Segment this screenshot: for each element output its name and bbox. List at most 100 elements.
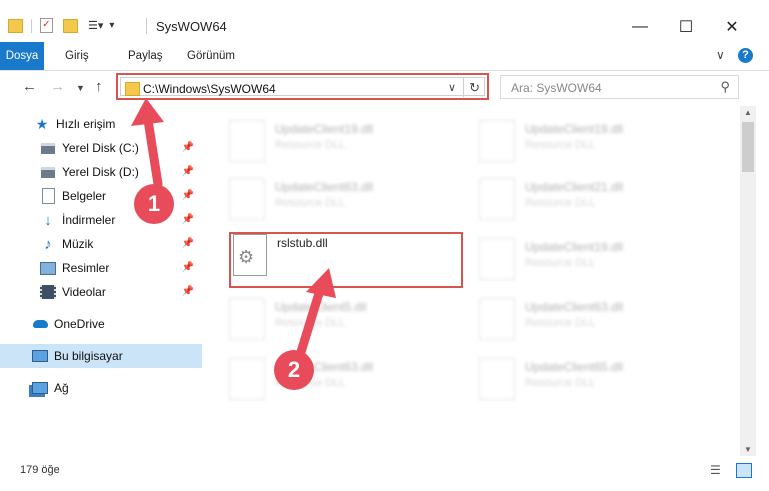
sidebar-item-drive-c[interactable]: Yerel Disk (C:) 📌 — [0, 136, 202, 160]
customize-icon[interactable]: ☰▾ — [88, 19, 103, 32]
file-item[interactable]: UpdateClient21.dll Resource DLL — [455, 170, 685, 228]
drive-icon — [40, 140, 56, 156]
dropdown-arrow-icon[interactable]: ▾ — [109, 20, 114, 31]
sidebar-item-label: Müzik — [62, 237, 94, 251]
pin-icon[interactable]: 📌 — [182, 142, 194, 153]
window-title: SysWOW64 — [156, 19, 227, 34]
folder-icon[interactable] — [8, 18, 23, 33]
minimize-button[interactable]: — — [617, 12, 663, 42]
dll-file-icon — [479, 358, 515, 400]
address-dropdown-icon[interactable]: ∨ — [448, 81, 456, 94]
maximize-button[interactable]: ☐ — [663, 12, 709, 42]
cloud-icon — [32, 316, 48, 332]
sidebar-item-network[interactable]: Ağ — [0, 376, 202, 400]
search-placeholder[interactable]: Ara: SysWOW64 — [511, 81, 602, 95]
tab-giris[interactable]: Giriş — [65, 42, 89, 70]
dll-file-icon — [229, 298, 265, 340]
file-description: Resource DLL — [525, 197, 596, 209]
file-name: UpdateClient19.dll — [525, 240, 624, 254]
title-bar: ✓ ☰▾ ▾ SysWOW64 — ☐ ✕ — [0, 0, 769, 42]
documents-icon — [40, 188, 56, 204]
folder-icon — [125, 82, 140, 96]
sidebar-item-label: Belgeler — [62, 189, 107, 203]
pictures-icon — [40, 260, 56, 276]
step-1-badge: 1 — [134, 184, 174, 224]
file-item[interactable]: UpdateClient19.dll Resource DLL — [455, 230, 685, 288]
pin-icon[interactable]: 📌 — [182, 190, 194, 201]
tab-dosya[interactable]: Dosya — [0, 42, 44, 70]
large-icons-view-icon[interactable] — [736, 463, 752, 478]
search-box[interactable]: Ara: SysWOW64 ⚲ — [500, 75, 739, 99]
up-arrow-icon[interactable]: ↑ — [95, 78, 103, 95]
scroll-up-icon[interactable]: ▲ — [744, 108, 752, 117]
sidebar-item-videos[interactable]: Videolar 📌 — [0, 280, 202, 304]
sidebar-item-label: Bu bilgisayar — [54, 349, 123, 363]
file-name: UpdateClient65.dll — [525, 360, 624, 374]
close-button[interactable]: ✕ — [709, 12, 755, 42]
address-bar[interactable]: C:\Windows\SysWOW64 ∨ ↻ — [116, 73, 489, 100]
sidebar-item-this-pc[interactable]: Bu bilgisayar — [0, 344, 202, 368]
scroll-down-icon[interactable]: ▼ — [744, 445, 752, 454]
dll-file-icon — [479, 298, 515, 340]
vertical-scrollbar[interactable]: ▲ ▼ — [740, 106, 756, 456]
pin-icon[interactable]: 📌 — [182, 166, 194, 177]
file-description: Resource DLL — [525, 377, 596, 389]
pin-icon[interactable]: 📌 — [182, 238, 194, 249]
recent-chevron-icon[interactable]: ▼ — [76, 83, 85, 93]
download-icon: ↓ — [44, 211, 52, 229]
ribbon-expand-icon[interactable]: ∨ — [716, 48, 725, 62]
file-item[interactable]: UpdateClient5.dll Resource DLL — [205, 290, 435, 348]
back-arrow-icon[interactable]: ← — [22, 78, 37, 95]
dll-file-icon — [479, 178, 515, 220]
details-view-icon[interactable]: ☰ — [710, 463, 721, 477]
sidebar-item-pictures[interactable]: Resimler 📌 — [0, 256, 202, 280]
file-description: Resource DLL — [275, 197, 346, 209]
file-item[interactable]: UpdateClient63.dll Resource DLL — [205, 170, 435, 228]
forward-arrow-icon[interactable]: → — [50, 78, 65, 95]
file-item[interactable]: UpdateClient63.dll Resource DLL — [205, 350, 435, 408]
file-description: Resource DLL — [275, 317, 346, 329]
sidebar-item-label: Yerel Disk (C:) — [62, 141, 139, 155]
dll-file-icon — [479, 238, 515, 280]
drive-icon — [40, 164, 56, 180]
sidebar-item-label: Resimler — [62, 261, 110, 275]
tab-gorunum[interactable]: Görünüm — [187, 42, 235, 70]
sidebar-item-music[interactable]: ♪ Müzik 📌 — [0, 232, 202, 256]
search-icon[interactable]: ⚲ — [720, 79, 730, 95]
file-description: Resource DLL — [275, 139, 346, 151]
music-icon: ♪ — [44, 235, 52, 253]
help-icon[interactable]: ? — [738, 48, 753, 63]
star-icon: ★ — [35, 115, 49, 132]
sidebar-item-drive-d[interactable]: Yerel Disk (D:) 📌 — [0, 160, 202, 184]
sidebar-item-quick-access[interactable]: ★ Hızlı erişim — [0, 112, 202, 136]
file-description: Resource DLL — [525, 317, 596, 329]
sidebar-item-label: Videolar — [62, 285, 106, 299]
file-name: UpdateClient63.dll — [525, 300, 624, 314]
file-item[interactable]: UpdateClient63.dll Resource DLL — [455, 290, 685, 348]
file-item[interactable]: UpdateClient19.dll Resource DLL — [455, 112, 685, 170]
sidebar-item-label: OneDrive — [54, 317, 105, 331]
refresh-icon[interactable]: ↻ — [469, 80, 480, 96]
pin-icon[interactable]: 📌 — [182, 214, 194, 225]
scrollbar-thumb[interactable] — [742, 122, 754, 172]
file-name: UpdateClient5.dll — [275, 300, 367, 314]
item-count: 179 öğe — [20, 464, 60, 476]
pin-icon[interactable]: 📌 — [182, 262, 194, 273]
rslstub-highlight-box — [229, 232, 463, 288]
dll-file-icon — [479, 120, 515, 162]
properties-icon[interactable]: ✓ — [40, 18, 53, 33]
sidebar-item-onedrive[interactable]: OneDrive — [0, 312, 202, 336]
sidebar-item-label: İndirmeler — [62, 213, 116, 227]
file-item[interactable]: UpdateClient65.dll Resource DLL — [455, 350, 685, 408]
address-field[interactable]: C:\Windows\SysWOW64 ∨ ↻ — [120, 77, 485, 97]
dll-file-icon — [229, 358, 265, 400]
sidebar-item-label: Yerel Disk (D:) — [62, 165, 139, 179]
file-item[interactable]: UpdateClient19.dll Resource DLL — [205, 112, 435, 170]
file-name: UpdateClient63.dll — [275, 180, 374, 194]
videos-icon — [40, 284, 56, 300]
dll-file-icon — [229, 178, 265, 220]
tab-paylas[interactable]: Paylaş — [128, 42, 163, 70]
new-folder-icon[interactable] — [63, 18, 78, 33]
file-name: UpdateClient21.dll — [525, 180, 624, 194]
pin-icon[interactable]: 📌 — [182, 286, 194, 297]
